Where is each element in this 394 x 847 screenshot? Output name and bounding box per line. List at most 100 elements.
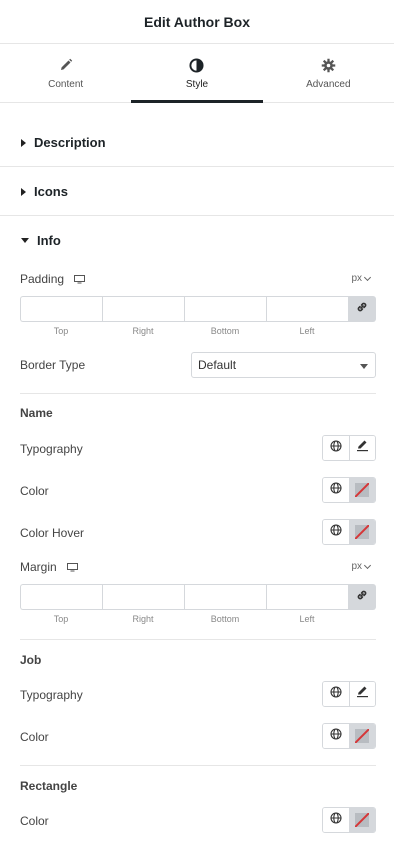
margin-left-input[interactable] — [266, 584, 348, 610]
section-info[interactable]: Info — [0, 216, 394, 264]
pencil-icon — [356, 439, 369, 457]
globe-icon — [330, 439, 342, 457]
tab-bar: Content Style Advanced — [0, 45, 394, 103]
panel-header: Edit Author Box — [0, 0, 394, 44]
margin-label: Margin — [20, 560, 57, 574]
padding-top-input[interactable] — [20, 296, 102, 322]
margin-top-input[interactable] — [20, 584, 102, 610]
tab-advanced-label: Advanced — [306, 79, 351, 90]
padding-dimension-labels: Top Right Bottom Left — [20, 326, 348, 336]
padding-unit-select[interactable]: px — [351, 273, 372, 284]
margin-dimension-labels: Top Right Bottom Left — [20, 614, 348, 624]
color-swatch-button[interactable] — [349, 724, 375, 748]
padding-label: Padding — [20, 272, 65, 286]
color-swatch-button[interactable] — [349, 520, 375, 544]
padding-unit-value: px — [351, 273, 362, 284]
global-color-button[interactable] — [323, 520, 349, 544]
tab-style[interactable]: Style — [131, 45, 263, 103]
padding-right-input[interactable] — [102, 296, 184, 322]
link-values-button[interactable] — [348, 296, 376, 322]
edit-typography-button[interactable] — [349, 682, 375, 706]
dim-label-top: Top — [53, 326, 69, 336]
dim-label-bottom: Bottom — [210, 326, 240, 336]
contrast-icon — [189, 57, 205, 73]
margin-control-header: Margin — [20, 559, 376, 575]
caret-down-icon — [360, 364, 368, 369]
margin-bottom-input[interactable] — [184, 584, 266, 610]
name-color-controls — [322, 477, 376, 503]
job-typography-controls — [322, 681, 376, 707]
color-swatch-button[interactable] — [349, 478, 375, 502]
section-icons-label: Icons — [34, 184, 68, 199]
globe-icon — [330, 811, 342, 829]
tab-style-label: Style — [185, 79, 209, 90]
dim-label-bottom: Bottom — [210, 614, 240, 624]
globe-icon — [330, 523, 342, 541]
padding-inputs — [20, 296, 376, 322]
job-color-label: Color — [20, 730, 49, 744]
padding-control-header: Padding — [20, 271, 376, 287]
margin-right-input[interactable] — [102, 584, 184, 610]
border-type-label: Border Type — [20, 358, 86, 372]
dim-label-right: Right — [132, 326, 154, 336]
chevron-down-icon — [363, 561, 372, 569]
desktop-icon[interactable] — [74, 274, 86, 284]
globe-icon — [330, 685, 342, 703]
section-icons[interactable]: Icons — [0, 168, 394, 216]
tab-content-label: Content — [48, 79, 84, 90]
name-color-hover-controls — [322, 519, 376, 545]
pencil-icon — [58, 57, 74, 73]
globe-icon — [330, 481, 342, 499]
dim-label-top: Top — [53, 614, 69, 624]
divider — [20, 765, 376, 766]
caret-down-icon — [21, 237, 29, 243]
link-icon — [356, 300, 368, 318]
global-color-button[interactable] — [323, 808, 349, 832]
dim-label-left: Left — [299, 326, 315, 336]
section-info-label: Info — [37, 232, 61, 248]
dim-label-left: Left — [299, 614, 315, 624]
global-color-button[interactable] — [323, 724, 349, 748]
margin-inputs — [20, 584, 376, 610]
global-color-button[interactable] — [323, 478, 349, 502]
desktop-icon[interactable] — [66, 562, 78, 572]
margin-unit-value: px — [351, 561, 362, 572]
rectangle-color-label: Color — [20, 814, 49, 828]
divider — [20, 639, 376, 640]
padding-left-input[interactable] — [266, 296, 348, 322]
caret-right-icon — [21, 138, 26, 147]
unset-color-icon — [355, 813, 369, 827]
pencil-icon — [356, 685, 369, 703]
tab-content[interactable]: Content — [0, 45, 131, 102]
globe-icon — [330, 727, 342, 745]
job-typography-label: Typography — [20, 688, 83, 702]
rectangle-heading: Rectangle — [20, 779, 78, 793]
divider — [20, 393, 376, 394]
tab-advanced[interactable]: Advanced — [263, 45, 394, 102]
border-type-value: Default — [198, 358, 237, 372]
padding-bottom-input[interactable] — [184, 296, 266, 322]
caret-right-icon — [21, 187, 26, 196]
job-heading: Job — [20, 653, 42, 667]
name-color-label: Color — [20, 484, 49, 498]
global-typography-button[interactable] — [323, 436, 349, 460]
gear-icon — [320, 57, 336, 73]
job-color-controls — [322, 723, 376, 749]
name-color-hover-label: Color Hover — [20, 526, 85, 540]
dim-label-right: Right — [132, 614, 154, 624]
margin-unit-select[interactable]: px — [351, 561, 372, 572]
unset-color-icon — [355, 729, 369, 743]
link-values-button[interactable] — [348, 584, 376, 610]
border-type-select[interactable]: Default — [191, 352, 376, 378]
name-typography-controls — [322, 435, 376, 461]
link-icon — [356, 588, 368, 606]
section-description[interactable]: Description — [0, 119, 394, 167]
section-description-label: Description — [34, 135, 106, 150]
color-swatch-button[interactable] — [349, 808, 375, 832]
edit-typography-button[interactable] — [349, 436, 375, 460]
name-typography-label: Typography — [20, 442, 83, 456]
rectangle-color-controls — [322, 807, 376, 833]
global-typography-button[interactable] — [323, 682, 349, 706]
panel-title: Edit Author Box — [143, 13, 251, 30]
unset-color-icon — [355, 483, 369, 497]
